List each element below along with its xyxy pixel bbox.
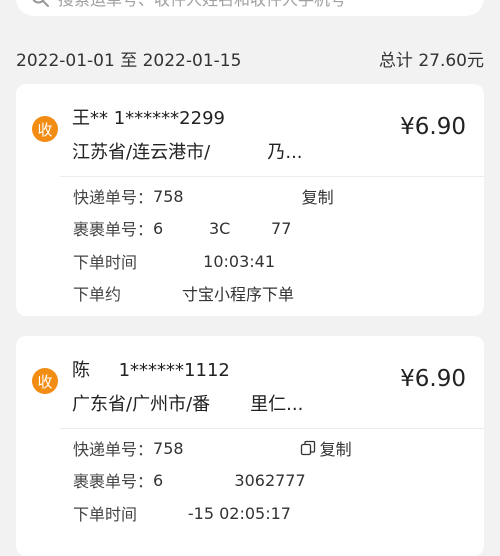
order-number-row: 裹裹单号： 6 3062777 [73, 468, 306, 492]
order-channel-row: 下单约 寸宝小程序下单 [73, 281, 294, 305]
tracking-number-label: 快递单号： [73, 440, 154, 459]
order-channel-value: 寸宝小程序下单 [121, 285, 295, 304]
tracking-number-label: 快递单号： [73, 188, 154, 207]
order-time-row: 下单时间 10:03:41 [73, 249, 275, 273]
order-channel-label: 下单约 [73, 285, 122, 304]
order-number-label: 裹裹单号： [73, 220, 154, 239]
order-time-value: -15 02:05:17 [137, 503, 291, 523]
copy-label: 复制 [319, 440, 352, 459]
search-icon [32, 0, 49, 7]
receive-badge: 收 [32, 116, 58, 142]
copy-button[interactable]: 复制 [302, 184, 334, 208]
search-bar[interactable] [16, 0, 484, 16]
order-number-value: 6 3062777 [153, 470, 306, 490]
recipient-address: 广东省/广州市/番 里仁... [72, 394, 304, 415]
order-price: ¥6.90 [400, 366, 466, 392]
tracking-number-row: 快递单号： 758 复制 [73, 436, 352, 460]
total-amount-text: 总计 27.60元 [378, 50, 484, 71]
order-number-row: 裹裹单号： 6 3C 77 [73, 216, 291, 240]
copy-label: 复制 [301, 188, 334, 207]
tracking-number-value: 758 [153, 186, 184, 206]
order-price: ¥6.90 [400, 114, 466, 140]
copy-icon [300, 440, 315, 456]
order-number-value: 6 3C 77 [153, 218, 292, 238]
receive-badge: 收 [32, 368, 58, 394]
copy-button[interactable]: 复制 [300, 436, 352, 460]
card-divider [60, 176, 484, 177]
recipient-name-phone: 陈 1******1112 [72, 360, 230, 381]
order-card[interactable]: 收 王** 1******2299 江苏省/连云港市/ 乃... ¥6.90 快… [16, 84, 484, 316]
recipient-name-phone: 王** 1******2299 [72, 108, 225, 129]
card-divider [60, 428, 484, 429]
order-time-label: 下单时间 [73, 253, 138, 272]
tracking-number-value: 758 [153, 438, 184, 458]
date-range-filter[interactable]: 2022-01-01 至 2022-01-15 [16, 46, 241, 71]
search-input[interactable] [58, 0, 458, 9]
order-time-row: 下单时间 -15 02:05:17 [73, 501, 291, 525]
order-card[interactable]: 收 陈 1******1112 广东省/广州市/番 里仁... ¥6.90 快递… [16, 336, 484, 556]
order-time-label: 下单时间 [73, 505, 138, 524]
date-range-text: 2022-01-01 至 2022-01-15 [16, 50, 242, 71]
summary-bar: 2022-01-01 至 2022-01-15 总计 27.60元 [16, 44, 484, 72]
order-number-label: 裹裹单号： [73, 472, 154, 491]
total-amount: 总计 27.60元 [379, 46, 484, 71]
recipient-address: 江苏省/连云港市/ 乃... [72, 142, 303, 163]
tracking-number-row: 快递单号： 758 复制 [73, 184, 334, 208]
order-time-value: 10:03:41 [137, 251, 275, 271]
